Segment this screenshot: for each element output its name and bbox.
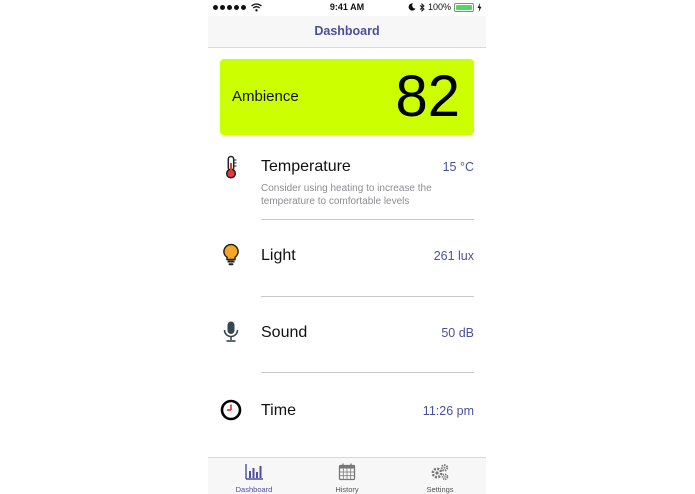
phone-screen: 9:41 AM 100% Dashboard Ambience 82 Tempe… — [208, 0, 486, 494]
metric-value: 11:26 pm — [422, 404, 474, 418]
metric-row-sound[interactable]: Sound 50 dB — [208, 317, 486, 374]
row-divider — [261, 372, 474, 373]
status-bar: 9:41 AM 100% — [208, 0, 486, 16]
charging-icon — [477, 2, 482, 12]
metric-row-temperature[interactable]: Temperature 15 °C Consider using heating… — [208, 150, 486, 220]
metric-row-light[interactable]: Light 261 lux — [208, 240, 486, 297]
bar-chart-icon — [245, 464, 263, 480]
ambience-card: Ambience 82 — [220, 59, 474, 135]
metric-value: 15 °C — [442, 160, 474, 174]
light-bulb-icon — [223, 243, 239, 266]
row-divider — [261, 219, 474, 220]
metric-name: Light — [261, 247, 296, 264]
tab-settings[interactable]: Settings — [394, 458, 486, 494]
metric-value: 50 dB — [441, 326, 474, 340]
tab-label: History — [335, 485, 359, 494]
page-title: Dashboard — [314, 24, 380, 38]
status-right: 100% — [408, 2, 482, 12]
calendar-icon — [338, 463, 356, 481]
tab-bar: Dashboard History Settings — [208, 457, 486, 494]
metric-hint: Consider using heating to increase the t… — [261, 183, 432, 207]
clock-icon — [220, 399, 242, 421]
metric-row-time[interactable]: Time 11:26 pm — [208, 395, 486, 435]
ambience-label: Ambience — [232, 88, 299, 105]
tab-history[interactable]: History — [301, 458, 393, 494]
microphone-icon — [223, 321, 239, 342]
row-divider — [261, 296, 474, 297]
thermometer-icon — [225, 155, 237, 179]
metric-name: Time — [261, 402, 296, 419]
moon-icon — [408, 3, 416, 11]
tab-label: Dashboard — [235, 485, 273, 494]
ambience-score: 82 — [395, 64, 460, 129]
metric-value: 261 lux — [433, 249, 474, 263]
metric-name: Sound — [261, 324, 308, 341]
navigation-bar: Dashboard — [208, 16, 486, 48]
bluetooth-icon — [419, 2, 425, 12]
tab-label: Settings — [426, 485, 454, 494]
metric-name: Temperature — [261, 158, 351, 175]
tab-dashboard[interactable]: Dashboard — [208, 458, 300, 494]
gears-icon — [431, 464, 449, 481]
battery-percent: 100% — [427, 2, 451, 12]
battery-icon — [454, 2, 474, 12]
